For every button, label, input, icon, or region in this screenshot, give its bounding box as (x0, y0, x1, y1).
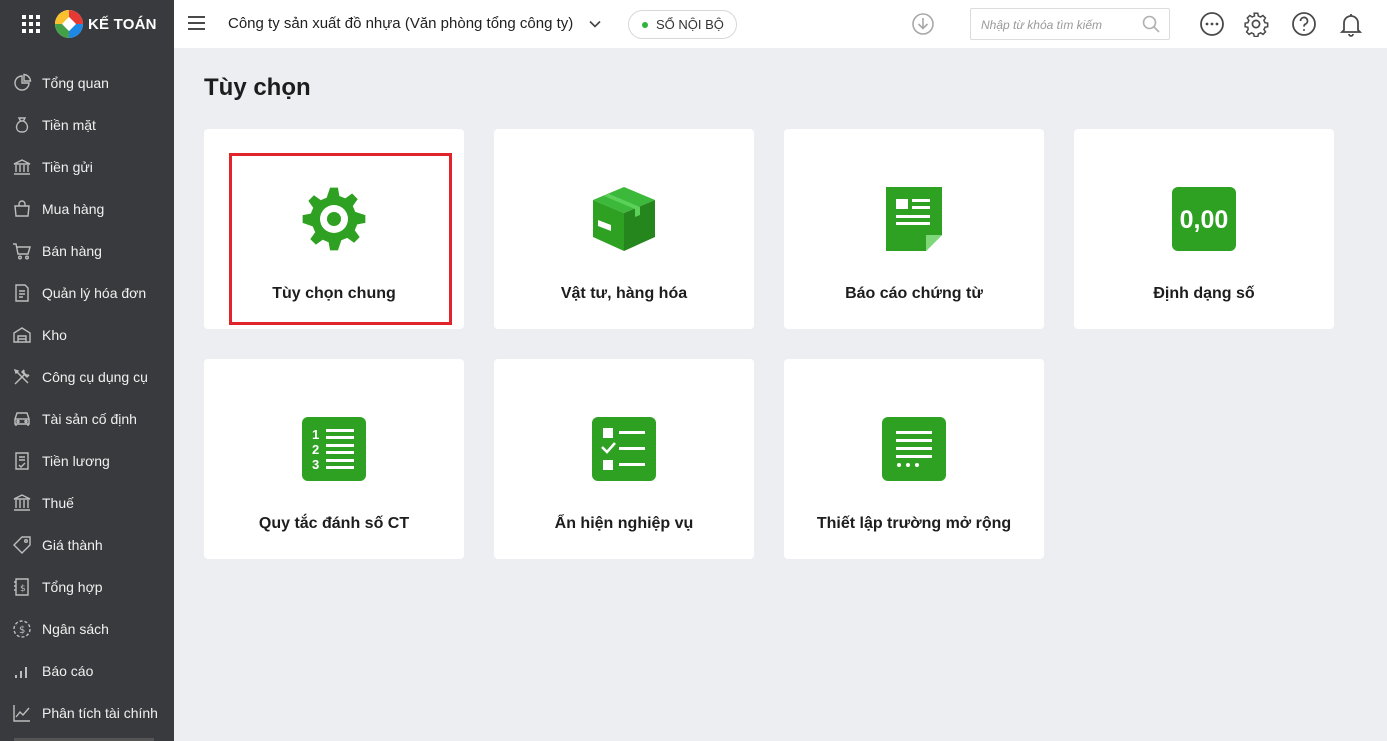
notification-bell-icon[interactable] (1338, 11, 1364, 37)
car-icon (12, 409, 32, 429)
app-grid-icon[interactable] (22, 15, 40, 33)
ledger-label: SỔ NỘI BỘ (656, 17, 724, 32)
sidebar-item-label: Phân tích tài chính (42, 705, 158, 721)
sidebar-item-ngan-sach[interactable]: $ Ngân sách (0, 608, 174, 650)
sidebar-item-gia-thanh[interactable]: Giá thành (0, 524, 174, 566)
sidebar-item-label: Tiền lương (42, 453, 110, 469)
sidebar-item-tien-mat[interactable]: Tiền mặt (0, 104, 174, 146)
option-card-numbering-rules[interactable]: 1 2 3 Quy tắc đánh số CT (204, 359, 464, 559)
card-label: Thiết lập trường mở rộng (816, 515, 1012, 532)
sidebar-item-label: Quản lý hóa đơn (42, 285, 147, 301)
sidebar-item-mua-hang[interactable]: Mua hàng (0, 188, 174, 230)
sidebar-item-tai-san-co-dinh[interactable]: Tài sản cố định (0, 398, 174, 440)
sidebar-item-bao-cao[interactable]: Báo cáo (0, 650, 174, 692)
sidebar-item-label: Thuế (42, 495, 74, 511)
status-dot (642, 21, 648, 28)
card-label: Tùy chọn chung (272, 285, 396, 302)
option-card-document-report[interactable]: Báo cáo chứng từ (784, 129, 1044, 329)
cart-icon (12, 241, 32, 261)
settings-gear-icon[interactable] (1243, 11, 1269, 37)
top-bar: Công ty sản xuất đồ nhựa (Văn phòng tổng… (174, 0, 1387, 48)
dashboard-icon (12, 73, 32, 93)
shopping-bag-icon (12, 199, 32, 219)
help-icon[interactable] (1291, 11, 1317, 37)
sidebar: KẾ TOÁN Tổng quan Tiền mặt Tiền gửi Mua … (0, 0, 174, 741)
option-card-number-format[interactable]: 0,00 Định dạng số (1074, 129, 1334, 329)
bar-chart-icon (12, 661, 32, 681)
sidebar-item-label: Mua hàng (42, 201, 105, 217)
bank-icon (12, 157, 32, 177)
sidebar-item-label: Tổng hợp (42, 579, 103, 595)
sidebar-item-tien-gui[interactable]: Tiền gửi (0, 146, 174, 188)
sidebar-item-label: Công cụ dụng cụ (42, 369, 148, 385)
svg-text:2: 2 (312, 442, 319, 457)
sidebar-item-label: Tiền mặt (42, 117, 96, 133)
sidebar-item-phan-tich-tai-chinh[interactable]: Phân tích tài chính (0, 692, 174, 734)
sidebar-item-quan-ly-hoa-don[interactable]: Quản lý hóa đơn (0, 272, 174, 314)
gear-icon (302, 187, 366, 251)
sidebar-item-label: Tiền gửi (42, 159, 93, 175)
chevron-down-icon[interactable] (588, 17, 602, 31)
more-options-icon[interactable] (1199, 11, 1225, 37)
svg-text:$: $ (19, 625, 25, 636)
sidebar-item-thue[interactable]: Thuế (0, 482, 174, 524)
card-label: Báo cáo chứng từ (845, 285, 983, 302)
sidebar-item-cong-cu-dung-cu[interactable]: Công cụ dụng cụ (0, 356, 174, 398)
box-icon (593, 187, 655, 251)
sidebar-item-label: Bán hàng (42, 243, 102, 259)
sidebar-menu: Tổng quan Tiền mặt Tiền gửi Mua hàng Bán… (0, 62, 174, 734)
search-input[interactable] (981, 16, 1131, 34)
menu-toggle-icon[interactable] (188, 16, 205, 30)
brand-name: KẾ TOÁN (88, 15, 157, 33)
sidebar-item-kho[interactable]: Kho (0, 314, 174, 356)
brand-logo-icon (55, 10, 83, 38)
card-label: Ẩn hiện nghiệp vụ (554, 515, 694, 532)
sidebar-item-tong-hop[interactable]: $ Tổng hợp (0, 566, 174, 608)
svg-text:3: 3 (312, 457, 319, 472)
option-card-general[interactable]: Tùy chọn chung (204, 129, 464, 329)
document-report-icon (886, 187, 942, 251)
search-box (970, 8, 1170, 40)
company-selector[interactable]: Công ty sản xuất đồ nhựa (Văn phòng tổng… (228, 15, 573, 32)
sidebar-item-label: Tài sản cố định (42, 411, 137, 427)
card-label: Quy tắc đánh số CT (258, 515, 410, 532)
price-tag-icon (12, 535, 32, 555)
tools-icon (12, 367, 32, 387)
svg-text:1: 1 (312, 427, 319, 442)
invoice-icon (12, 283, 32, 303)
trend-chart-icon (12, 703, 32, 723)
sidebar-item-label: Giá thành (42, 537, 103, 553)
number-format-text: 0,00 (1180, 206, 1229, 234)
sidebar-item-tong-quan[interactable]: Tổng quan (0, 62, 174, 104)
download-icon[interactable] (911, 12, 935, 36)
option-card-inventory[interactable]: Vật tư, hàng hóa (494, 129, 754, 329)
search-icon[interactable] (1141, 14, 1161, 34)
option-card-show-hide-operations[interactable]: Ẩn hiện nghiệp vụ (494, 359, 754, 559)
option-card-extended-fields[interactable]: Thiết lập trường mở rộng (784, 359, 1044, 559)
tax-building-icon (12, 493, 32, 513)
numbered-list-icon: 1 2 3 (302, 417, 366, 481)
extended-fields-icon (882, 417, 946, 481)
sidebar-item-label: Ngân sách (42, 621, 109, 637)
summary-book-icon: $ (12, 577, 32, 597)
sidebar-header: KẾ TOÁN (0, 0, 174, 48)
ledger-switch[interactable]: SỔ NỘI BỘ (628, 10, 737, 39)
sidebar-item-label: Tổng quan (42, 75, 109, 91)
salary-icon (12, 451, 32, 471)
number-format-icon: 0,00 (1172, 187, 1236, 251)
sidebar-item-tien-luong[interactable]: Tiền lương (0, 440, 174, 482)
sidebar-item-label: Kho (42, 327, 67, 343)
card-label: Vật tư, hàng hóa (560, 285, 688, 302)
page-title: Tùy chọn (204, 74, 311, 101)
sidebar-item-label: Báo cáo (42, 663, 94, 679)
checklist-icon (592, 417, 656, 481)
warehouse-icon (12, 325, 32, 345)
svg-text:$: $ (20, 584, 26, 594)
budget-coin-icon: $ (12, 619, 32, 639)
sidebar-item-ban-hang[interactable]: Bán hàng (0, 230, 174, 272)
card-label: Định dạng số (1153, 285, 1255, 302)
money-bag-icon (12, 115, 32, 135)
